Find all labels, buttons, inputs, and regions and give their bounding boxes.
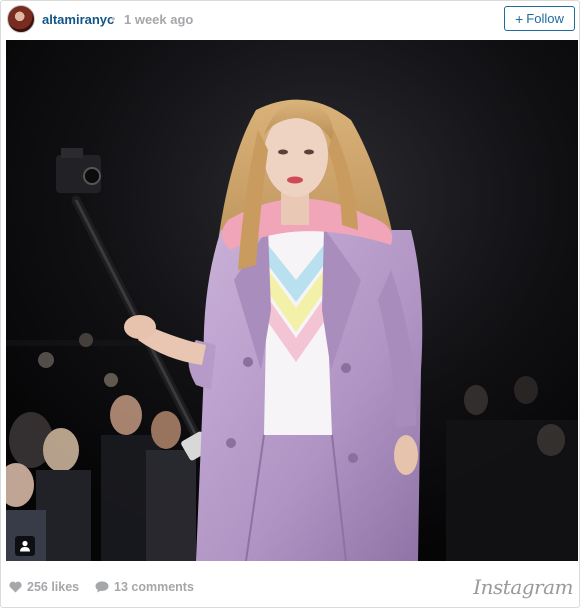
comments-count: 13 comments (114, 580, 194, 594)
username-link[interactable]: altamiranyc (42, 12, 114, 27)
photo-illustration (6, 40, 578, 561)
separator-dot: • (111, 11, 116, 26)
user-tag-icon[interactable] (15, 536, 35, 556)
comment-bubble-icon (95, 581, 109, 593)
plus-icon: + (515, 10, 524, 27)
avatar[interactable] (7, 5, 35, 33)
post-timestamp[interactable]: 1 week ago (124, 12, 193, 27)
heart-icon (9, 581, 22, 593)
instagram-logo[interactable]: Instagram (473, 575, 573, 599)
post-header: altamiranyc • 1 week ago + Follow (1, 1, 579, 37)
follow-button[interactable]: + Follow (504, 6, 575, 31)
post-footer: 256 likes 13 comments Instagram (1, 569, 579, 607)
person-icon (20, 540, 30, 552)
comments-stat[interactable]: 13 comments (95, 580, 194, 594)
post-photo[interactable] (6, 40, 578, 561)
follow-label: Follow (526, 11, 564, 26)
instagram-embed: altamiranyc • 1 week ago + Follow 256 li… (0, 0, 580, 608)
likes-stat[interactable]: 256 likes (9, 580, 79, 594)
likes-count: 256 likes (27, 580, 80, 594)
